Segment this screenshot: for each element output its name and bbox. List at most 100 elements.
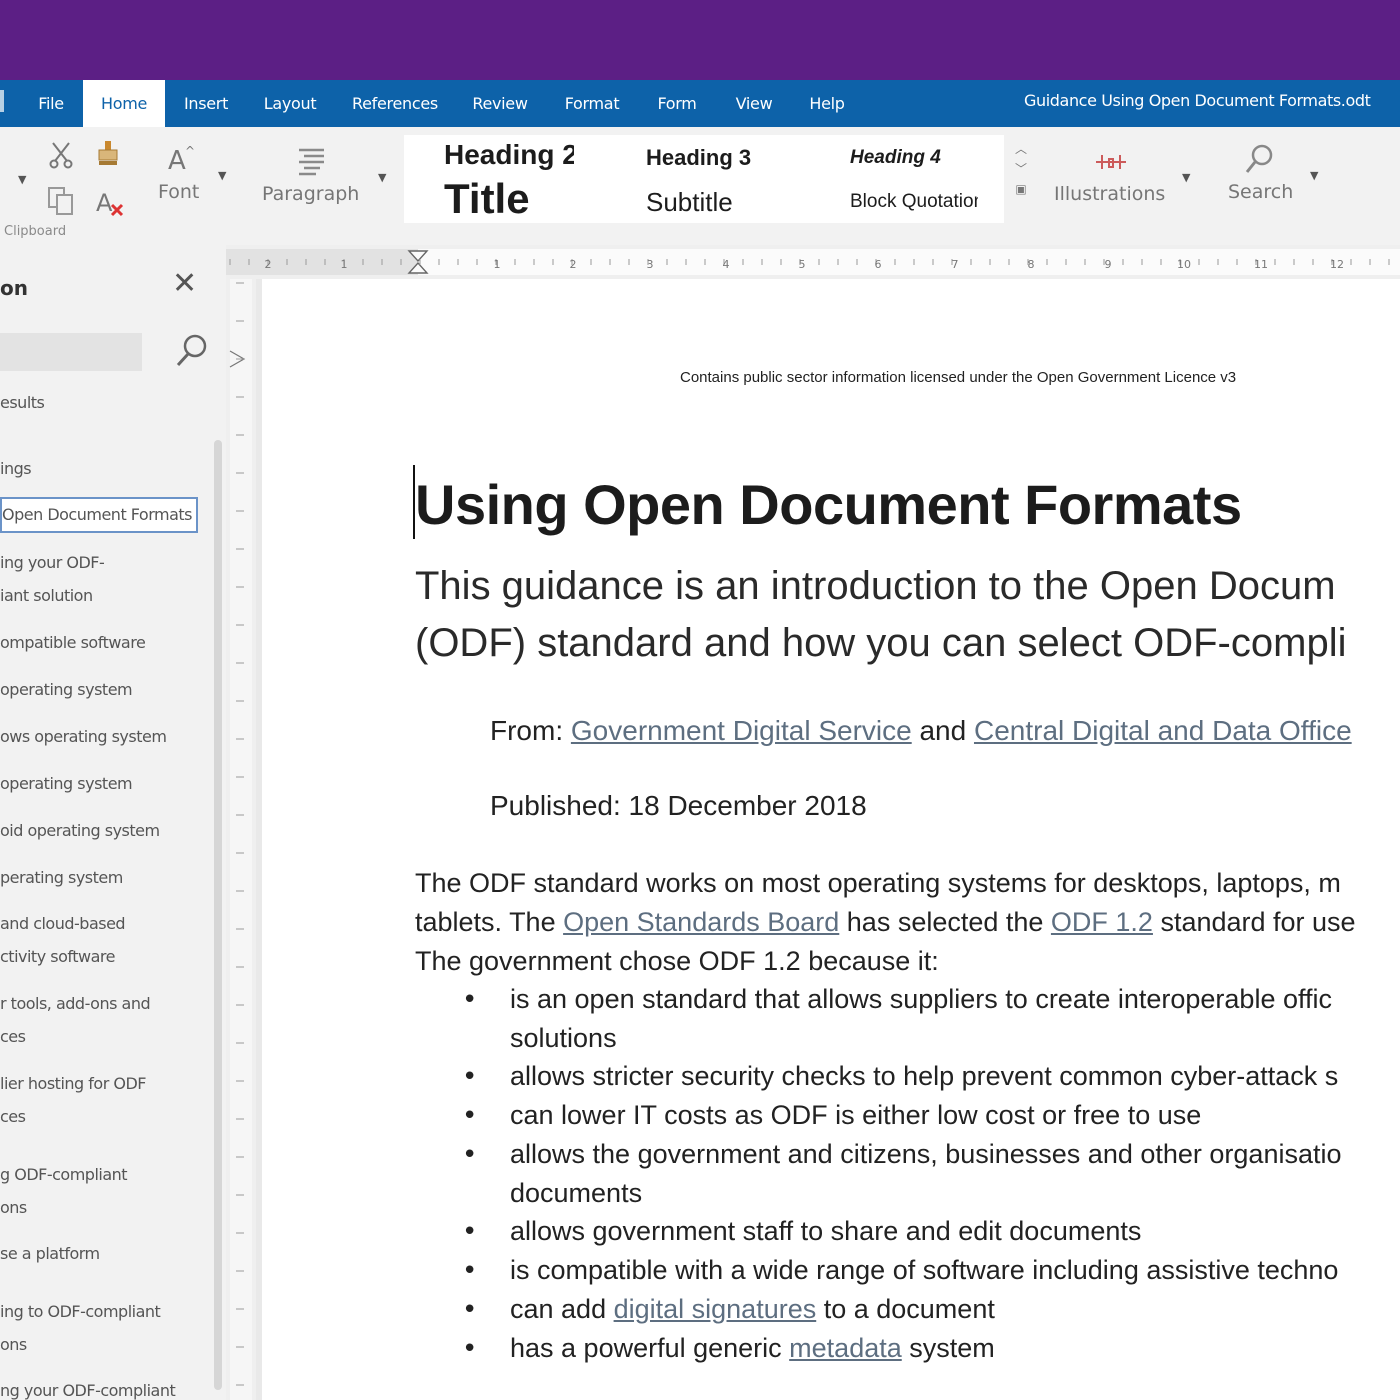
paragraph-dropdown-caret[interactable]: ▼ [378,171,386,184]
close-icon[interactable]: ✕ [172,269,197,299]
chevron-down-icon[interactable]: ﹀ [1010,159,1032,179]
font-icon[interactable]: A ^ [166,141,196,176]
nav-item[interactable]: ces [0,1020,26,1053]
clear-formatting-icon[interactable]: A [94,187,124,219]
illustrations-dropdown-caret[interactable]: ▼ [1182,171,1190,184]
illustrations-icon[interactable] [1094,147,1128,177]
tab-file[interactable]: File [26,80,76,127]
nav-item-selected[interactable]: Open Document Formats [0,497,199,533]
menu-tabs: File Home Insert Layout References Revie… [0,80,1000,127]
paste-dropdown-caret[interactable]: ▼ [18,173,26,186]
navigator-scrollbar[interactable] [214,440,222,1390]
ruler-label: 10 [1177,258,1191,271]
bullet-item: allows stricter security checks to help … [510,1061,1339,1091]
link-central-digital-and-data-office[interactable]: Central Digital and Data Office [974,715,1352,746]
link-metadata[interactable]: metadata [789,1333,902,1363]
licence-header: Contains public sector information licen… [680,369,1237,386]
nav-item[interactable]: ing your ODF- [0,546,105,579]
nav-item[interactable]: ng your ODF-compliant [0,1374,176,1400]
link-odf-1-2[interactable]: ODF 1.2 [1051,907,1153,937]
nav-item[interactable]: ings [0,452,32,485]
document-page[interactable]: Contains public sector information licen… [262,279,1400,1400]
styles-gallery-scroll[interactable]: ︿ ﹀ ▣ [1010,139,1032,219]
style-heading-3[interactable]: Heading 3 [646,145,786,171]
search-label[interactable]: Search [1228,181,1293,203]
tab-format[interactable]: Format [556,80,628,127]
nav-item[interactable]: perating system [0,861,123,894]
nav-item[interactable]: ctivity software [0,940,115,973]
nav-item[interactable]: g ODF-compliant [0,1158,128,1191]
chevron-up-icon[interactable]: ︿ [1010,139,1032,159]
bullet-marker: • [462,1101,478,1131]
bullet-item: has a powerful generic metadata system [510,1333,995,1364]
nav-item[interactable]: esults [0,386,45,419]
ruler-label: 4 [723,258,730,271]
font-group-label[interactable]: Font [158,181,199,203]
tab-layout[interactable]: Layout [256,80,324,127]
nav-item[interactable]: ons [0,1328,27,1361]
bullet-marker: • [462,1217,478,1247]
nav-item[interactable]: ing to ODF-compliant [0,1295,161,1328]
style-block-quotation[interactable]: Block Quotation [850,191,978,213]
nav-item[interactable]: lier hosting for ODF [0,1067,146,1100]
vertical-ruler[interactable] [226,279,256,1400]
copy-icon[interactable] [46,185,76,217]
search-icon[interactable] [172,331,212,371]
paragraph-icon[interactable] [296,145,328,177]
bullet-marker: • [462,1334,478,1364]
body-text: system [901,1333,995,1363]
ruler-label: 1 [494,258,501,271]
nav-item[interactable]: and cloud-based [0,907,126,940]
navigator-search-input[interactable] [0,333,142,371]
navigator-pane: on ✕ esults ings Open Document Formats i… [0,245,226,1400]
nav-item[interactable]: ompatible software [0,626,146,659]
horizontal-ruler[interactable]: 2 1 1 2 3 4 5 6 7 8 9 10 11 12 [226,245,1400,279]
style-subtitle[interactable]: Subtitle [646,187,786,218]
ribbon: ▼ A Clipboard A ^ Font ▼ Paragraph ▼ Head… [0,127,1400,245]
body-text-line: tablets. The Open Standards Board has se… [415,907,1356,938]
nav-item[interactable]: r tools, add-ons and [0,987,151,1020]
tab-help[interactable]: Help [800,80,854,127]
paragraph-group-label[interactable]: Paragraph [262,183,359,205]
nav-item[interactable]: ows operating system [0,720,167,753]
nav-item[interactable]: se a platform [0,1237,100,1270]
link-government-digital-service[interactable]: Government Digital Service [571,715,912,746]
nav-item[interactable]: ons [0,1191,27,1224]
nav-item[interactable]: operating system [0,673,133,706]
document-subtitle-line: This guidance is an introduction to the … [415,564,1336,608]
ruler-label: 11 [1254,258,1268,271]
tab-form[interactable]: Form [648,80,706,127]
format-paintbrush-icon[interactable] [96,139,120,169]
gallery-more-icon[interactable]: ▣ [1010,179,1032,199]
cut-icon[interactable] [48,141,74,169]
title-bar [0,0,1400,80]
link-open-standards-board[interactable]: Open Standards Board [563,907,839,937]
ruler-label: 1 [341,258,348,271]
tab-references[interactable]: References [346,80,444,127]
tab-home[interactable]: Home [83,80,165,127]
style-heading-4[interactable]: Heading 4 [850,147,980,169]
search-dropdown-caret[interactable]: ▼ [1310,169,1318,182]
tab-view[interactable]: View [726,80,782,127]
bullet-marker: • [462,1295,478,1325]
navigator-title: on [0,276,28,300]
ruler-label: 3 [647,258,654,271]
nav-item[interactable]: ces [0,1100,26,1133]
style-title[interactable]: Title [444,175,594,223]
link-digital-signatures[interactable]: digital signatures [614,1294,817,1324]
nav-item[interactable]: iant solution [0,579,93,612]
font-dropdown-caret[interactable]: ▼ [218,169,226,182]
bullet-marker: • [462,985,478,1015]
body-text: standard for use [1152,907,1356,937]
ribbon-search-icon[interactable] [1244,143,1276,177]
bullet-item-continuation: documents [510,1178,643,1208]
tab-review[interactable]: Review [466,80,534,127]
illustrations-label[interactable]: Illustrations [1054,183,1165,205]
tab-insert[interactable]: Insert [176,80,236,127]
style-heading-2[interactable]: Heading 2 [444,139,574,171]
nav-item[interactable]: oid operating system [0,814,160,847]
ruler-label: 9 [1105,258,1112,271]
svg-text:A: A [168,146,186,175]
bullet-item: allows government staff to share and edi… [510,1216,1142,1246]
nav-item[interactable]: operating system [0,767,133,800]
